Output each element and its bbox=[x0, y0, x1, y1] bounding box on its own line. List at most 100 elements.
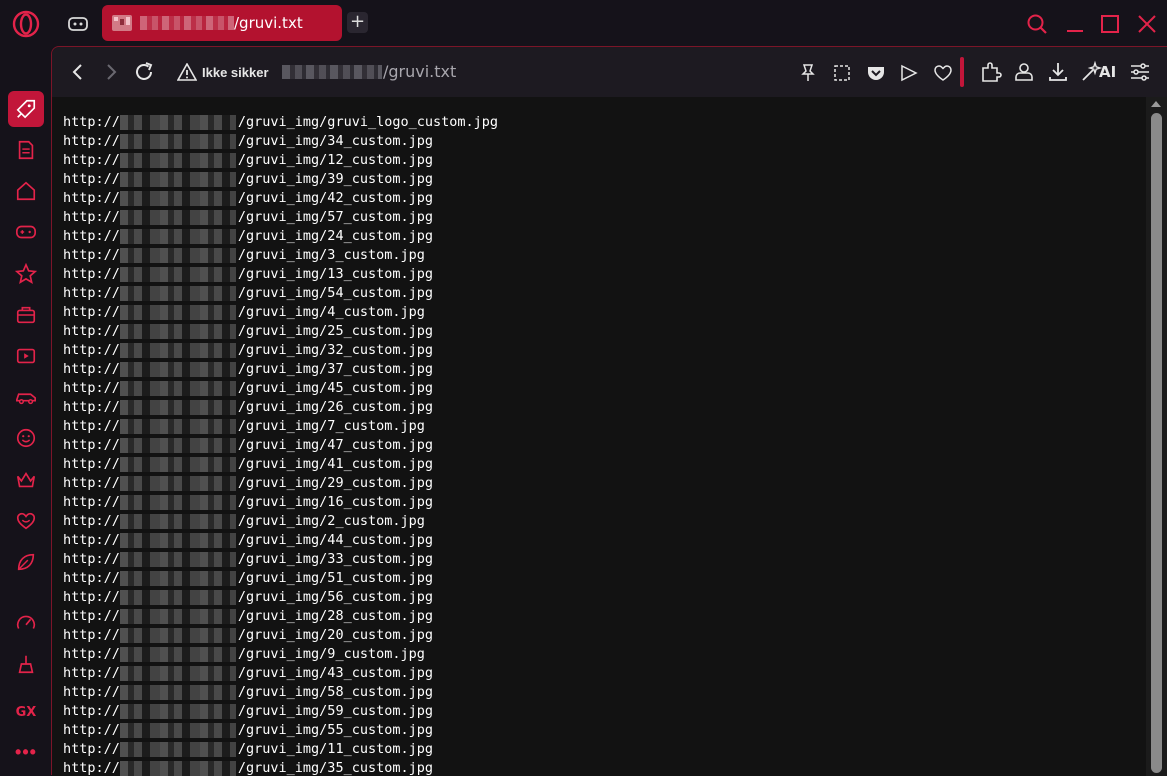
pocket-icon[interactable] bbox=[866, 63, 886, 83]
redacted-host bbox=[119, 343, 236, 358]
vertical-scrollbar[interactable] bbox=[1146, 97, 1167, 776]
close-icon[interactable] bbox=[1135, 12, 1159, 36]
text-line: http:// /gruvi_img/3_custom.jpg bbox=[63, 246, 498, 265]
line-path: /gruvi_img/54_custom.jpg bbox=[237, 285, 433, 301]
extensions-icon[interactable] bbox=[979, 60, 1003, 84]
redacted-host bbox=[119, 514, 236, 529]
redacted-host bbox=[119, 533, 236, 548]
sidebar-cleaner-icon[interactable] bbox=[12, 650, 40, 678]
security-status[interactable]: Ikke sikker bbox=[202, 65, 269, 80]
line-scheme: http:// bbox=[63, 437, 120, 453]
redacted-host bbox=[119, 457, 236, 472]
sidebar-briefcase-icon[interactable] bbox=[12, 301, 40, 329]
text-line: http:// /gruvi_img/57_custom.jpg bbox=[63, 208, 498, 227]
redacted-host bbox=[119, 476, 236, 491]
line-path: /gruvi_img/20_custom.jpg bbox=[237, 627, 433, 643]
line-path: /gruvi_img/28_custom.jpg bbox=[237, 608, 433, 624]
back-icon[interactable] bbox=[66, 60, 90, 84]
browser-frame: Ikke sikker /gruvi.txt AI http:// /gruvi… bbox=[51, 46, 1167, 776]
line-scheme: http:// bbox=[63, 760, 120, 776]
line-scheme: http:// bbox=[63, 608, 120, 624]
text-line: http:// /gruvi_img/59_custom.jpg bbox=[63, 702, 498, 721]
redacted-host bbox=[119, 115, 236, 130]
active-tab[interactable]: /gruvi.txt bbox=[102, 5, 342, 41]
heart-icon[interactable] bbox=[933, 63, 953, 83]
line-scheme: http:// bbox=[63, 114, 120, 130]
text-line: http:// /gruvi_img/33_custom.jpg bbox=[63, 550, 498, 569]
line-scheme: http:// bbox=[63, 741, 120, 757]
line-scheme: http:// bbox=[63, 418, 120, 434]
redacted-host bbox=[119, 305, 236, 320]
sidebar-gamepad-icon[interactable] bbox=[12, 218, 40, 246]
redacted-host bbox=[119, 286, 236, 301]
opera-gx-logo-icon[interactable] bbox=[12, 10, 40, 38]
navigation-toolbar: Ikke sikker /gruvi.txt AI bbox=[52, 47, 1167, 97]
line-scheme: http:// bbox=[63, 513, 120, 529]
line-path: /gruvi_img/44_custom.jpg bbox=[237, 532, 433, 548]
line-path: /gruvi_img/12_custom.jpg bbox=[237, 152, 433, 168]
address-bar[interactable]: Ikke sikker /gruvi.txt bbox=[169, 54, 1011, 90]
sidebar-notes-icon[interactable] bbox=[12, 136, 40, 164]
scrollbar-thumb[interactable] bbox=[1151, 113, 1162, 773]
line-path: /gruvi_img/39_custom.jpg bbox=[237, 171, 433, 187]
ai-label[interactable]: AI bbox=[1099, 63, 1116, 81]
sidebar-crown-icon[interactable] bbox=[12, 466, 40, 494]
snapshot-icon[interactable] bbox=[832, 63, 852, 83]
line-scheme: http:// bbox=[63, 665, 120, 681]
line-path: /gruvi_img/57_custom.jpg bbox=[237, 209, 433, 225]
line-scheme: http:// bbox=[63, 266, 120, 282]
sidebar-smiley-icon[interactable] bbox=[12, 424, 40, 452]
sidebar-gx-label[interactable]: GX bbox=[12, 698, 40, 726]
line-scheme: http:// bbox=[63, 532, 120, 548]
line-path: /gruvi_img/9_custom.jpg bbox=[237, 646, 425, 662]
line-path: /gruvi_img/11_custom.jpg bbox=[237, 741, 433, 757]
forward-icon[interactable] bbox=[99, 60, 123, 84]
sidebar-more-icon[interactable]: ••• bbox=[12, 738, 40, 766]
pin-icon[interactable] bbox=[798, 63, 818, 83]
line-path: /gruvi_img/42_custom.jpg bbox=[237, 190, 433, 206]
sidebar-video-icon[interactable] bbox=[12, 342, 40, 370]
new-tab-button[interactable]: + bbox=[347, 12, 368, 33]
page-content: http:///gruvi_img/gruvi_logo_custom.jpg h… bbox=[52, 97, 1146, 776]
redacted-host bbox=[119, 134, 236, 149]
line-path: /gruvi_img/41_custom.jpg bbox=[237, 456, 433, 472]
sidebar-home-icon[interactable] bbox=[12, 177, 40, 205]
line-path: /gruvi_img/34_custom.jpg bbox=[237, 133, 433, 149]
line-scheme: http:// bbox=[63, 209, 120, 225]
redacted-host bbox=[119, 666, 236, 681]
sidebar-heart-icon[interactable] bbox=[12, 507, 40, 535]
line-scheme: http:// bbox=[63, 456, 120, 472]
text-line: http:// /gruvi_img/24_custom.jpg bbox=[63, 227, 498, 246]
reload-icon[interactable] bbox=[132, 60, 156, 84]
send-icon[interactable] bbox=[899, 63, 919, 83]
minimize-icon[interactable] bbox=[1063, 12, 1087, 36]
scroll-up-arrow-icon[interactable] bbox=[1151, 101, 1161, 107]
redacted-host bbox=[119, 210, 236, 225]
line-scheme: http:// bbox=[63, 722, 120, 738]
text-line: http:// /gruvi_img/44_custom.jpg bbox=[63, 531, 498, 550]
line-scheme: http:// bbox=[63, 133, 120, 149]
sidebar-speed-dial-icon[interactable] bbox=[8, 91, 44, 127]
text-line: http:// /gruvi_img/32_custom.jpg bbox=[63, 341, 498, 360]
text-line: http:// /gruvi_img/41_custom.jpg bbox=[63, 455, 498, 474]
line-path: /gruvi_img/25_custom.jpg bbox=[237, 323, 433, 339]
redacted-host bbox=[119, 248, 236, 263]
line-path: /gruvi_img/29_custom.jpg bbox=[237, 475, 433, 491]
download-icon[interactable] bbox=[1046, 60, 1070, 84]
text-line: http:// /gruvi_img/37_custom.jpg bbox=[63, 360, 498, 379]
sidebar-gauge-icon[interactable] bbox=[12, 609, 40, 637]
profile-icon[interactable] bbox=[1012, 60, 1036, 84]
line-path: /gruvi_img/55_custom.jpg bbox=[237, 722, 433, 738]
sidebar-leaf-icon[interactable] bbox=[12, 548, 40, 576]
line-scheme: http:// bbox=[63, 570, 120, 586]
gamepad-icon[interactable] bbox=[66, 12, 90, 36]
text-line: http:// /gruvi_img/2_custom.jpg bbox=[63, 512, 498, 531]
maximize-icon[interactable] bbox=[1098, 12, 1122, 36]
line-scheme: http:// bbox=[63, 380, 120, 396]
sidebar-star-icon[interactable] bbox=[12, 260, 40, 288]
warning-icon[interactable] bbox=[177, 63, 197, 81]
sidebar-car-icon[interactable] bbox=[12, 383, 40, 411]
easy-setup-icon[interactable] bbox=[1128, 60, 1152, 84]
line-scheme: http:// bbox=[63, 551, 120, 567]
search-icon[interactable] bbox=[1025, 12, 1049, 36]
